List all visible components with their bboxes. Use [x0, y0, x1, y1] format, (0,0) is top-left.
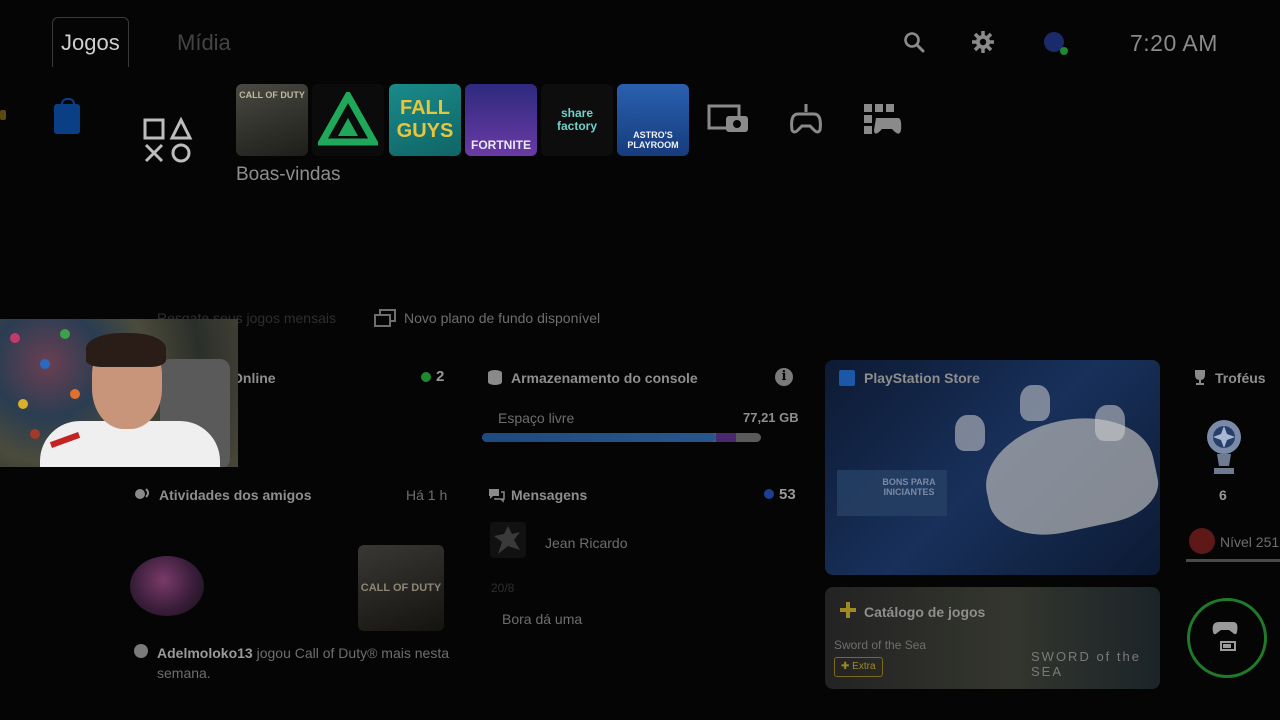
trophy-count: 6 — [1219, 487, 1227, 503]
message-sender: Jean Ricardo — [545, 535, 628, 551]
messages-icon — [489, 489, 505, 503]
storage-bar — [482, 433, 761, 442]
astro-bot-art — [1095, 405, 1125, 441]
game-tile-share-factory[interactable]: share factory — [541, 84, 613, 156]
free-space-label: Espaço livre — [498, 410, 575, 426]
game-logo: SWORD of the SEA — [1031, 649, 1141, 679]
user-avatar-icon[interactable] — [1040, 30, 1070, 58]
selected-tile-label: Boas-vindas — [236, 164, 341, 185]
ps-store-card[interactable]: PlayStation Store BONS PARA INICIANTES — [825, 360, 1160, 575]
controller-battery-icon — [1212, 622, 1238, 651]
storage-icon — [488, 370, 502, 385]
game-tile-label: FORTNITE — [471, 138, 531, 152]
extra-badge: ✚ Extra — [834, 657, 883, 677]
storage-bar-used — [482, 433, 717, 442]
scroll-edge-indicator — [0, 110, 6, 120]
game-tile-fall-guys[interactable]: FALL GUYS — [389, 84, 461, 156]
message-date: 20/8 — [491, 581, 515, 595]
friends-activity-time: Há 1 h — [406, 487, 448, 503]
search-icon[interactable] — [902, 30, 926, 54]
game-tile-call-of-duty[interactable]: CALL OF DUTY — [236, 84, 308, 156]
game-library-icon[interactable] — [142, 114, 196, 168]
online-count: 2 — [436, 368, 445, 385]
ps-store-title: PlayStation Store — [864, 370, 980, 386]
controller-status-button[interactable] — [1187, 598, 1267, 678]
activity-game-card-label: CALL OF DUTY — [360, 582, 442, 594]
astro-bot-art — [955, 415, 985, 451]
online-title[interactable]: Online — [232, 370, 276, 386]
catalog-game-name: Sword of the Sea — [834, 638, 927, 652]
game-tile-astros-playroom[interactable]: ASTRO'S PLAYROOM — [617, 84, 689, 156]
info-icon[interactable]: i — [775, 368, 793, 386]
trophy-icon — [1195, 370, 1205, 385]
game-base-icon[interactable] — [860, 100, 904, 140]
storage-title[interactable]: Armazenamento do console — [511, 370, 698, 386]
wallpaper-icon — [374, 309, 396, 327]
wallpaper-notice[interactable]: Novo plano de fundo disponível — [404, 310, 600, 326]
game-tile-label: FALL GUYS — [396, 97, 454, 142]
message-preview[interactable]: Bora dá uma — [502, 611, 582, 627]
friends-activity-title[interactable]: Atividades dos amigos — [159, 487, 311, 503]
promo-label: BONS PARA INICIANTES — [882, 477, 936, 497]
friends-activity-icon — [135, 488, 149, 499]
trophy-level: Nível 251 — [1220, 534, 1280, 550]
controller-art — [975, 403, 1160, 547]
media-gallery-icon[interactable] — [706, 100, 750, 140]
friend-avatar[interactable] — [130, 556, 204, 616]
game-catalog-card[interactable]: Catálogo de jogos Sword of the Sea ✚ Ext… — [825, 587, 1160, 689]
catalog-title: Catálogo de jogos — [864, 604, 986, 620]
clock-icon — [134, 644, 148, 658]
storage-bar-other — [716, 433, 736, 442]
messages-count: 53 — [779, 486, 796, 503]
ps-store-tile[interactable] — [54, 98, 80, 134]
game-tile-fortnite[interactable]: FORTNITE — [465, 84, 537, 156]
activity-user[interactable]: Adelmoloko13 — [157, 645, 253, 661]
tab-media[interactable]: Mídia — [177, 30, 231, 56]
activity-text: Adelmoloko13 jogou Call of Duty® mais ne… — [157, 643, 457, 683]
message-sender-avatar[interactable] — [490, 522, 526, 558]
trophy-level-progress — [1186, 559, 1280, 562]
game-tile-label: ASTRO'S PLAYROOM — [627, 130, 679, 150]
gear-icon[interactable] — [971, 30, 995, 54]
extra-badge-label: Extra — [852, 661, 876, 672]
ps-store-icon — [839, 370, 855, 386]
webcam-overlay — [0, 319, 238, 467]
platinum-trophy-icon — [1207, 420, 1241, 474]
free-space-value: 77,21 GB — [743, 410, 799, 425]
trophy-level-icon — [1189, 528, 1215, 554]
activity-game-card[interactable]: CALL OF DUTY — [358, 545, 444, 631]
tab-games[interactable]: Jogos — [52, 17, 129, 67]
tab-games-label: Jogos — [61, 29, 120, 55]
messages-unread-dot — [764, 489, 774, 499]
game-tile-apex[interactable] — [312, 84, 384, 156]
game-tile-label: CALL OF DUTY — [239, 90, 305, 100]
online-status-dot — [421, 372, 431, 382]
trophies-title[interactable]: Troféus — [1215, 370, 1266, 386]
game-tile-label: share factory — [556, 106, 597, 133]
ps-plus-icon — [840, 602, 856, 618]
tab-media-label: Mídia — [177, 30, 231, 55]
remote-play-icon[interactable] — [784, 100, 828, 140]
clock: 7:20 AM — [1130, 30, 1218, 56]
apex-logo-icon — [318, 92, 378, 146]
messages-title[interactable]: Mensagens — [511, 487, 587, 503]
astro-bot-art — [1020, 385, 1050, 421]
